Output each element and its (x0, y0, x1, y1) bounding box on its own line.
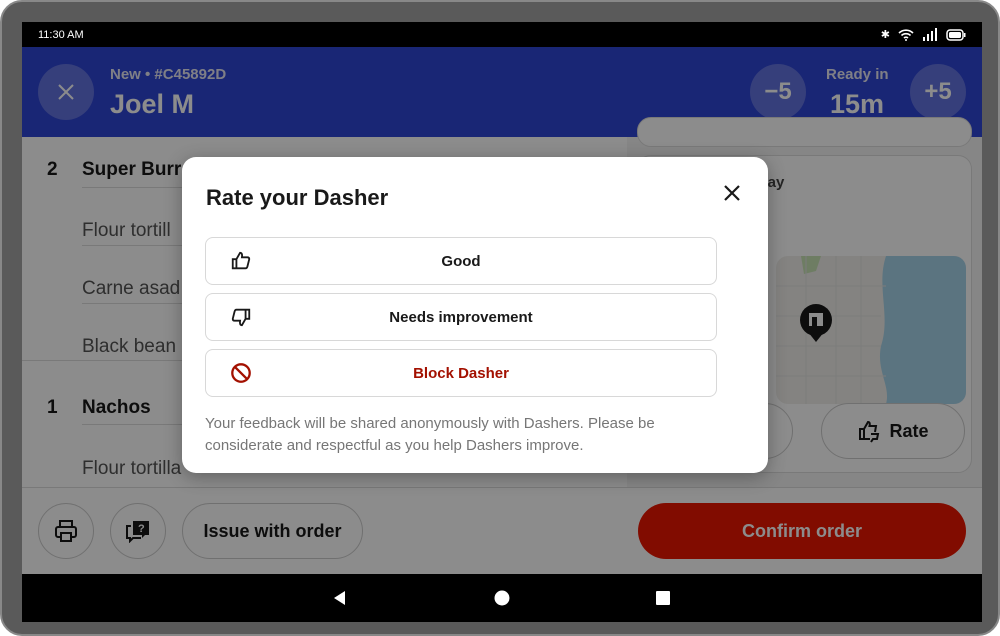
back-icon[interactable] (332, 590, 348, 606)
status-time: 11:30 AM (38, 28, 84, 41)
feedback-note: Your feedback will be shared anonymously… (205, 415, 655, 454)
bluetooth-icon: ✱ (880, 29, 890, 41)
option-label: Needs improvement (389, 308, 533, 326)
home-icon[interactable] (494, 590, 510, 606)
good-option-button[interactable]: Good (205, 237, 717, 285)
block-icon (231, 363, 251, 383)
option-label: Block Dasher (413, 364, 509, 382)
block-dasher-option-button[interactable]: Block Dasher (205, 349, 717, 397)
screen: 11:30 AM ✱ New • #C45892D Joel M −5 Read… (22, 22, 982, 622)
wifi-icon (898, 28, 914, 41)
close-icon[interactable] (720, 181, 744, 205)
status-bar: 11:30 AM ✱ (22, 22, 982, 47)
option-label: Good (441, 252, 481, 270)
needs-improvement-option-button[interactable]: Needs improvement (205, 293, 717, 341)
modal-title: Rate your Dasher (206, 185, 389, 210)
thumbs-up-icon (231, 251, 251, 270)
battery-icon (946, 28, 966, 41)
rate-dasher-modal: Rate your Dasher Good Needs improvement … (182, 157, 768, 473)
tablet-frame: 11:30 AM ✱ New • #C45892D Joel M −5 Read… (0, 0, 1000, 636)
signal-icon (923, 28, 937, 41)
recents-icon[interactable] (655, 590, 671, 606)
thumbs-down-icon (231, 308, 251, 327)
android-nav-bar (22, 574, 982, 622)
